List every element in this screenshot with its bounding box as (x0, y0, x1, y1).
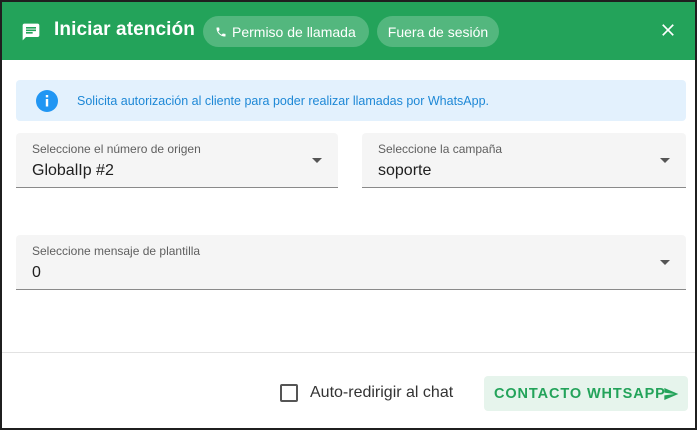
campaign-value: soporte (378, 162, 432, 179)
contact-whatsapp-label: CONTACTO WHTSAPP (494, 386, 666, 402)
info-banner-text: Solicita autorización al cliente para po… (77, 94, 490, 108)
checkbox-box[interactable] (280, 384, 298, 402)
template-message-label: Seleccione mensaje de plantilla (32, 244, 201, 258)
contact-whatsapp-button[interactable]: CONTACTO WHTSAPP (484, 376, 688, 411)
dialog-header: Iniciar atención Permiso de llamada Fuer… (2, 2, 695, 60)
close-icon[interactable] (658, 20, 678, 40)
dropdown-arrow-icon (312, 158, 322, 163)
template-message-select[interactable]: Seleccione mensaje de plantilla 0 (16, 235, 686, 290)
info-icon (36, 90, 58, 112)
session-status-label: Fuera de sesión (387, 23, 489, 40)
campaign-label: Seleccione la campaña (378, 142, 503, 156)
dropdown-arrow-icon (660, 260, 670, 265)
phone-icon (216, 27, 226, 36)
footer-divider (2, 352, 695, 353)
origin-number-value: GlobalIp #2 (32, 162, 114, 179)
origin-number-label: Seleccione el número de origen (32, 142, 201, 156)
dialog-title: Iniciar atención (54, 19, 195, 40)
send-icon (664, 388, 679, 400)
template-message-value: 0 (32, 264, 41, 281)
chat-bubble-icon (22, 23, 40, 41)
dropdown-arrow-icon (660, 158, 670, 163)
call-permission-chip[interactable]: Permiso de llamada (203, 16, 369, 47)
session-status-chip[interactable]: Fuera de sesión (377, 16, 499, 47)
auto-redirect-checkbox[interactable]: Auto-redirigir al chat (280, 384, 453, 402)
info-banner: Solicita autorización al cliente para po… (16, 80, 686, 121)
origin-number-select[interactable]: Seleccione el número de origen GlobalIp … (16, 133, 338, 188)
auto-redirect-label: Auto-redirigir al chat (310, 384, 454, 401)
call-permission-label: Permiso de llamada (232, 23, 356, 40)
start-attention-dialog: Iniciar atención Permiso de llamada Fuer… (0, 0, 697, 430)
campaign-select[interactable]: Seleccione la campaña soporte (362, 133, 686, 188)
